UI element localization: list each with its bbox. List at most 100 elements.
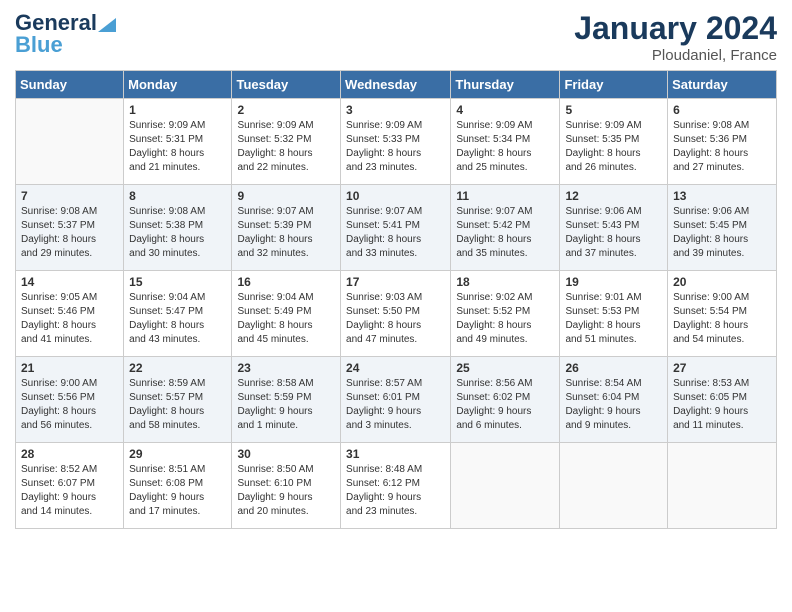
day-info: Sunrise: 9:09 AM Sunset: 5:32 PM Dayligh…	[237, 119, 335, 175]
table-cell: 17 Sunrise: 9:03 AM Sunset: 5:50 PM Dayli…	[341, 271, 451, 357]
day-info: Sunrise: 8:52 AM Sunset: 6:07 PM Dayligh…	[21, 463, 118, 519]
day-info: Sunrise: 8:48 AM Sunset: 6:12 PM Dayligh…	[346, 463, 445, 519]
day-info: Sunrise: 8:58 AM Sunset: 5:59 PM Dayligh…	[237, 377, 335, 433]
day-number: 23	[237, 361, 335, 375]
day-info: Sunrise: 8:50 AM Sunset: 6:10 PM Dayligh…	[237, 463, 335, 519]
table-cell: 28 Sunrise: 8:52 AM Sunset: 6:07 PM Dayli…	[16, 443, 124, 529]
table-cell: 22 Sunrise: 8:59 AM Sunset: 5:57 PM Dayli…	[124, 357, 232, 443]
day-number: 10	[346, 189, 445, 203]
day-number: 19	[565, 275, 662, 289]
day-info: Sunrise: 9:07 AM Sunset: 5:41 PM Dayligh…	[346, 205, 445, 261]
calendar-row: 14 Sunrise: 9:05 AM Sunset: 5:46 PM Dayli…	[16, 271, 777, 357]
table-cell: 1 Sunrise: 9:09 AM Sunset: 5:31 PM Daylig…	[124, 99, 232, 185]
day-number: 28	[21, 447, 118, 461]
table-cell: 25Sunrise: 8:56 AM Sunset: 6:02 PM Dayli…	[451, 357, 560, 443]
calendar-row: 21Sunrise: 9:00 AM Sunset: 5:56 PM Dayli…	[16, 357, 777, 443]
table-cell: 4 Sunrise: 9:09 AM Sunset: 5:34 PM Daylig…	[451, 99, 560, 185]
day-number: 12	[565, 189, 662, 203]
day-number: 3	[346, 103, 445, 117]
day-info: Sunrise: 8:51 AM Sunset: 6:08 PM Dayligh…	[129, 463, 226, 519]
table-cell: 3 Sunrise: 9:09 AM Sunset: 5:33 PM Daylig…	[341, 99, 451, 185]
day-number: 8	[129, 189, 226, 203]
day-info: Sunrise: 9:08 AM Sunset: 5:38 PM Dayligh…	[129, 205, 226, 261]
day-number: 18	[456, 275, 554, 289]
day-info: Sunrise: 9:07 AM Sunset: 5:42 PM Dayligh…	[456, 205, 554, 261]
day-info: Sunrise: 9:05 AM Sunset: 5:46 PM Dayligh…	[21, 291, 118, 347]
col-wednesday: Wednesday	[341, 71, 451, 99]
table-cell: 11 Sunrise: 9:07 AM Sunset: 5:42 PM Dayli…	[451, 185, 560, 271]
day-number: 5	[565, 103, 662, 117]
page-container: General Blue January 2024 Ploudaniel, Fr…	[0, 0, 792, 539]
table-cell: 13 Sunrise: 9:06 AM Sunset: 5:45 PM Dayli…	[668, 185, 777, 271]
day-info: Sunrise: 9:06 AM Sunset: 5:43 PM Dayligh…	[565, 205, 662, 261]
day-info: Sunrise: 9:07 AM Sunset: 5:39 PM Dayligh…	[237, 205, 335, 261]
col-friday: Friday	[560, 71, 668, 99]
calendar: Sunday Monday Tuesday Wednesday Thursday…	[15, 70, 777, 529]
day-info: Sunrise: 9:06 AM Sunset: 5:45 PM Dayligh…	[673, 205, 771, 261]
day-info: Sunrise: 8:54 AM Sunset: 6:04 PM Dayligh…	[565, 377, 662, 433]
table-cell: 21Sunrise: 9:00 AM Sunset: 5:56 PM Dayli…	[16, 357, 124, 443]
table-cell: 2 Sunrise: 9:09 AM Sunset: 5:32 PM Daylig…	[232, 99, 341, 185]
table-cell: 18 Sunrise: 9:02 AM Sunset: 5:52 PM Dayli…	[451, 271, 560, 357]
table-cell	[560, 443, 668, 529]
day-info: Sunrise: 8:53 AM Sunset: 6:05 PM Dayligh…	[673, 377, 771, 433]
day-info: Sunrise: 9:09 AM Sunset: 5:34 PM Dayligh…	[456, 119, 554, 175]
day-info: Sunrise: 9:02 AM Sunset: 5:52 PM Dayligh…	[456, 291, 554, 347]
day-number: 24	[346, 361, 445, 375]
day-number: 11	[456, 189, 554, 203]
day-number: 31	[346, 447, 445, 461]
col-tuesday: Tuesday	[232, 71, 341, 99]
day-info: Sunrise: 9:03 AM Sunset: 5:50 PM Dayligh…	[346, 291, 445, 347]
table-cell: 27Sunrise: 8:53 AM Sunset: 6:05 PM Dayli…	[668, 357, 777, 443]
table-cell: 9 Sunrise: 9:07 AM Sunset: 5:39 PM Daylig…	[232, 185, 341, 271]
day-number: 14	[21, 275, 118, 289]
table-cell: 12 Sunrise: 9:06 AM Sunset: 5:43 PM Dayli…	[560, 185, 668, 271]
day-number: 15	[129, 275, 226, 289]
table-cell: 30 Sunrise: 8:50 AM Sunset: 6:10 PM Dayli…	[232, 443, 341, 529]
logo-triangle-icon	[98, 14, 116, 32]
table-cell: 31 Sunrise: 8:48 AM Sunset: 6:12 PM Dayli…	[341, 443, 451, 529]
table-cell: 24 Sunrise: 8:57 AM Sunset: 6:01 PM Dayli…	[341, 357, 451, 443]
day-info: Sunrise: 8:57 AM Sunset: 6:01 PM Dayligh…	[346, 377, 445, 433]
col-saturday: Saturday	[668, 71, 777, 99]
table-cell: 19 Sunrise: 9:01 AM Sunset: 5:53 PM Dayli…	[560, 271, 668, 357]
table-cell: 8 Sunrise: 9:08 AM Sunset: 5:38 PM Daylig…	[124, 185, 232, 271]
day-info: Sunrise: 9:04 AM Sunset: 5:47 PM Dayligh…	[129, 291, 226, 347]
day-number: 30	[237, 447, 335, 461]
day-info: Sunrise: 8:56 AM Sunset: 6:02 PM Dayligh…	[456, 377, 554, 433]
table-cell: 14 Sunrise: 9:05 AM Sunset: 5:46 PM Dayli…	[16, 271, 124, 357]
day-number: 17	[346, 275, 445, 289]
day-number: 7	[21, 189, 118, 203]
month-title: January 2024	[574, 10, 777, 47]
calendar-row: 28 Sunrise: 8:52 AM Sunset: 6:07 PM Dayli…	[16, 443, 777, 529]
day-number: 9	[237, 189, 335, 203]
day-info: Sunrise: 8:59 AM Sunset: 5:57 PM Dayligh…	[129, 377, 226, 433]
day-number: 1	[129, 103, 226, 117]
calendar-row: 7 Sunrise: 9:08 AM Sunset: 5:37 PM Daylig…	[16, 185, 777, 271]
day-number: 29	[129, 447, 226, 461]
calendar-row: 1 Sunrise: 9:09 AM Sunset: 5:31 PM Daylig…	[16, 99, 777, 185]
day-info: Sunrise: 9:09 AM Sunset: 5:35 PM Dayligh…	[565, 119, 662, 175]
day-info: Sunrise: 9:09 AM Sunset: 5:33 PM Dayligh…	[346, 119, 445, 175]
day-info: Sunrise: 9:08 AM Sunset: 5:37 PM Dayligh…	[21, 205, 118, 261]
logo-blue: Blue	[15, 32, 63, 58]
day-number: 16	[237, 275, 335, 289]
day-number: 4	[456, 103, 554, 117]
table-cell: 29 Sunrise: 8:51 AM Sunset: 6:08 PM Dayli…	[124, 443, 232, 529]
day-info: Sunrise: 9:01 AM Sunset: 5:53 PM Dayligh…	[565, 291, 662, 347]
day-number: 20	[673, 275, 771, 289]
table-cell: 7 Sunrise: 9:08 AM Sunset: 5:37 PM Daylig…	[16, 185, 124, 271]
day-number: 22	[129, 361, 226, 375]
day-info: Sunrise: 9:00 AM Sunset: 5:56 PM Dayligh…	[21, 377, 118, 433]
day-info: Sunrise: 9:09 AM Sunset: 5:31 PM Dayligh…	[129, 119, 226, 175]
day-info: Sunrise: 9:04 AM Sunset: 5:49 PM Dayligh…	[237, 291, 335, 347]
day-info: Sunrise: 9:08 AM Sunset: 5:36 PM Dayligh…	[673, 119, 771, 175]
day-info: Sunrise: 9:00 AM Sunset: 5:54 PM Dayligh…	[673, 291, 771, 347]
day-number: 13	[673, 189, 771, 203]
day-number: 2	[237, 103, 335, 117]
table-cell	[451, 443, 560, 529]
table-cell	[668, 443, 777, 529]
col-thursday: Thursday	[451, 71, 560, 99]
table-cell: 5 Sunrise: 9:09 AM Sunset: 5:35 PM Daylig…	[560, 99, 668, 185]
table-cell	[16, 99, 124, 185]
